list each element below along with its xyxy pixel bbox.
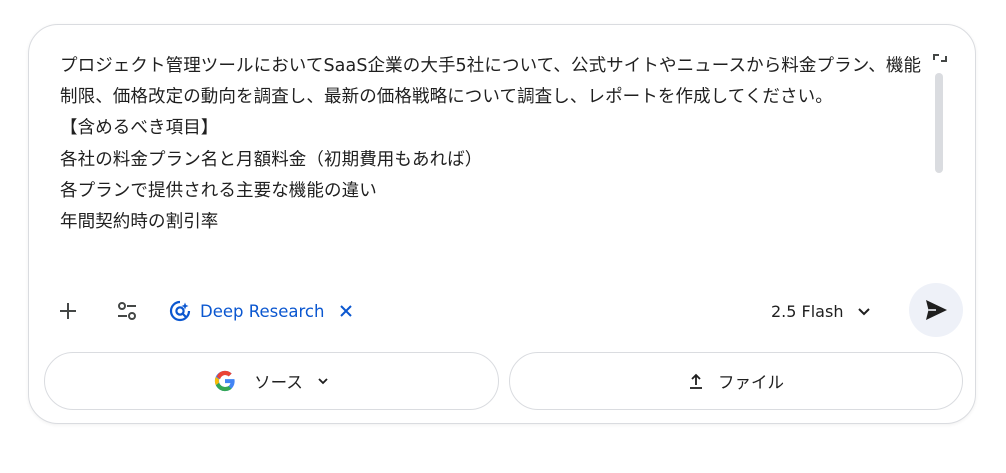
source-label: ソース: [254, 373, 303, 392]
prompt-card: プロジェクト管理ツールにおいてSaaS企業の大手5社について、公式サイトやニュー…: [28, 24, 976, 424]
upload-icon: [688, 373, 704, 389]
send-button[interactable]: [909, 283, 963, 337]
prompt-input[interactable]: プロジェクト管理ツールにおいてSaaS企業の大手5社について、公式サイトやニュー…: [60, 51, 922, 238]
add-button[interactable]: [44, 287, 92, 335]
send-icon: [926, 300, 947, 320]
scrollbar[interactable]: [935, 73, 943, 173]
deep-research-chip[interactable]: Deep Research: [169, 295, 354, 327]
input-toolbar: Deep Research 2.5 Flash: [29, 283, 977, 339]
deep-research-label: Deep Research: [200, 301, 325, 321]
plus-icon: [60, 303, 76, 319]
model-label: 2.5 Flash: [771, 301, 844, 321]
close-icon[interactable]: [338, 303, 354, 319]
deep-research-icon: [169, 300, 191, 322]
expand-icon[interactable]: [933, 53, 947, 67]
google-icon: [214, 370, 236, 392]
file-button[interactable]: ファイル: [509, 352, 963, 410]
tools-icon: [118, 302, 136, 320]
source-button[interactable]: ソース: [44, 352, 499, 410]
file-label: ファイル: [718, 373, 784, 392]
model-selector[interactable]: 2.5 Flash: [771, 295, 871, 327]
chevron-down-icon: [857, 304, 871, 318]
chevron-down-icon: [317, 375, 329, 387]
tools-button[interactable]: [103, 287, 151, 335]
